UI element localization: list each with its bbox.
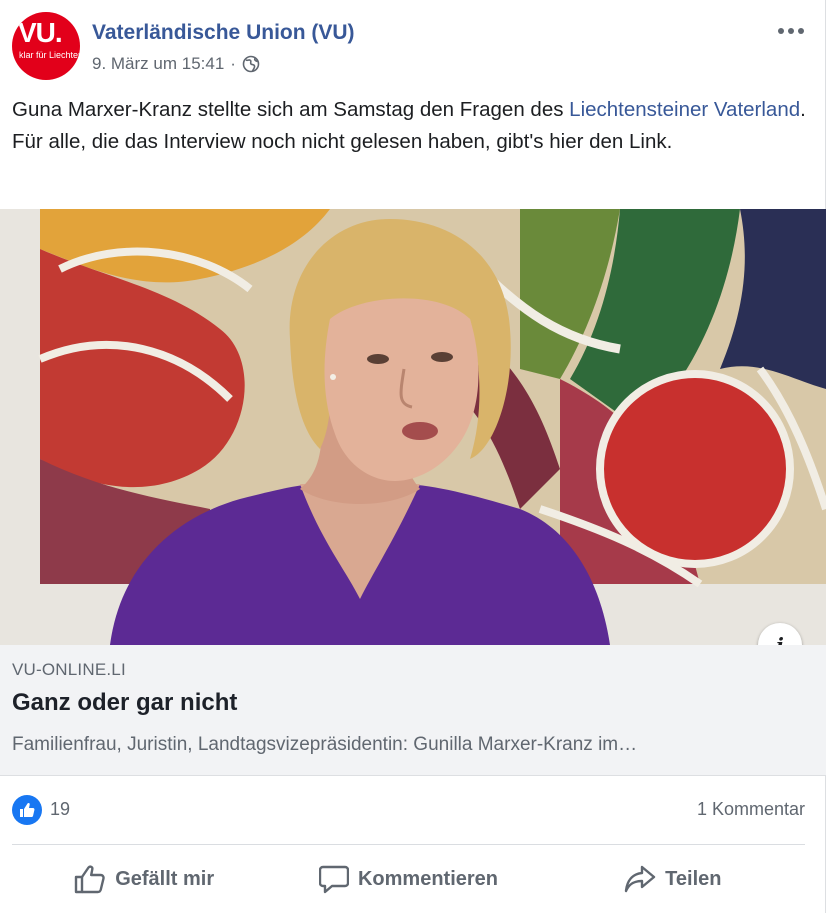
share-button[interactable]: Teilen <box>541 850 805 908</box>
post-message-text-1: Guna Marxer-Kranz stellte sich am Samsta… <box>12 98 570 121</box>
post-meta: 9. März um 15:41 · <box>92 54 260 74</box>
post-actions: Gefällt mir Kommentieren Teilen <box>12 850 805 908</box>
comment-count[interactable]: 1 Kommentar <box>697 799 805 820</box>
share-icon <box>624 865 656 893</box>
more-options-icon[interactable] <box>773 16 809 46</box>
comment-icon <box>318 865 349 894</box>
page-name-link[interactable]: Vaterländische Union (VU) <box>92 21 355 45</box>
avatar-logo: VU. <box>18 17 63 48</box>
meta-separator: · <box>230 54 236 73</box>
post-timestamp[interactable]: 9. März um 15:41 <box>92 54 224 74</box>
link-preview-box[interactable]: VU-ONLINE.LI Ganz oder gar nicht Familie… <box>0 645 826 776</box>
share-button-label: Teilen <box>665 867 722 890</box>
link-domain: VU-ONLINE.LI <box>12 660 126 679</box>
like-reaction-icon[interactable] <box>12 795 42 825</box>
post-header: VU. klar für Liechtenstein Vaterländisch… <box>12 12 813 82</box>
post-message: Guna Marxer-Kranz stellte sich am Samsta… <box>12 94 812 158</box>
link-title[interactable]: Ganz oder gar nicht <box>12 689 237 717</box>
facebook-post: VU. klar für Liechtenstein Vaterländisch… <box>0 0 826 913</box>
like-count[interactable]: 19 <box>50 799 70 820</box>
post-message-link[interactable]: Liechtensteiner Vaterland <box>569 98 800 121</box>
link-preview-image[interactable] <box>0 209 826 645</box>
like-button[interactable]: Gefällt mir <box>12 850 276 908</box>
reactions-bar: 19 1 Kommentar <box>12 792 805 828</box>
link-description: Familienfrau, Juristin, Landtagsvizepräs… <box>12 734 638 755</box>
page-avatar[interactable]: VU. klar für Liechtenstein <box>12 12 80 80</box>
like-button-label: Gefällt mir <box>115 867 215 890</box>
avatar-tagline: klar für Liechtenstein <box>19 50 80 60</box>
actions-divider <box>12 844 805 845</box>
globe-icon[interactable] <box>242 55 260 73</box>
comment-button[interactable]: Kommentieren <box>276 850 540 908</box>
portrait-photo <box>0 209 826 645</box>
thumbs-up-icon <box>75 865 105 894</box>
comment-button-label: Kommentieren <box>357 867 498 890</box>
